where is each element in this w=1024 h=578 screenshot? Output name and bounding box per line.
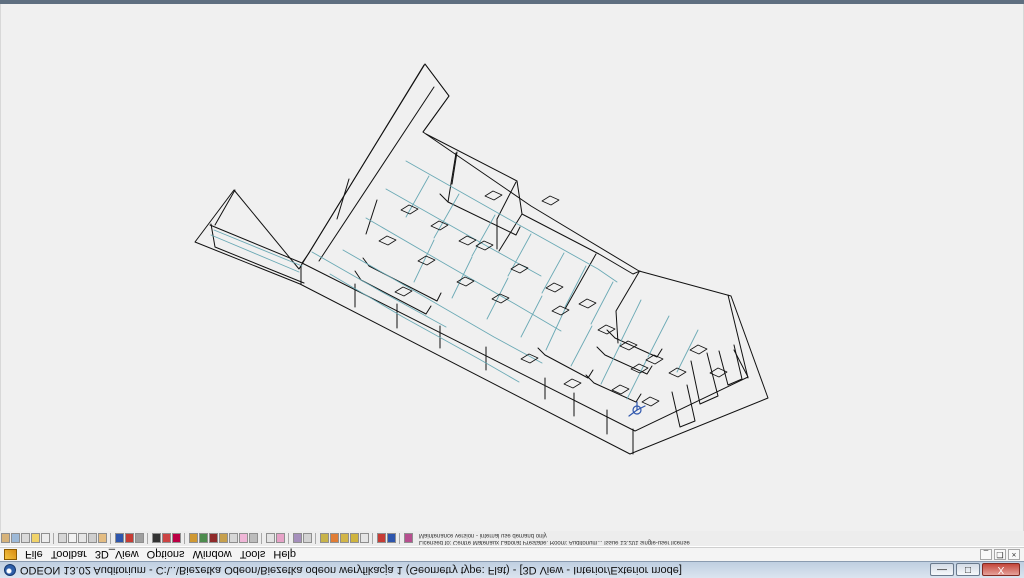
menu-help[interactable]: Help xyxy=(269,549,300,561)
close-button[interactable]: X xyxy=(982,563,1020,577)
toolbar-button[interactable] xyxy=(330,533,339,544)
mirrored-window-chrome: ODEON 13.02 Auditorium - C:\..\Biezetka … xyxy=(0,531,1024,578)
odeon-screen: ODEON 13.02 Auditorium - C:\..\Biezetka … xyxy=(0,0,1024,578)
toolbar-button[interactable] xyxy=(276,533,285,544)
minimize-button[interactable]: — xyxy=(930,563,954,577)
toolbar-button[interactable] xyxy=(239,533,248,544)
toolbar-button[interactable] xyxy=(249,533,258,544)
toolbar-separator xyxy=(372,533,373,544)
toolbar-button[interactable] xyxy=(320,533,329,544)
3d-view-canvas[interactable] xyxy=(0,4,1024,531)
toolbar-separator xyxy=(110,533,111,544)
mdi-restore-button[interactable]: ❐ xyxy=(994,549,1006,560)
toolbar-button[interactable] xyxy=(41,533,50,544)
axis-marker-icon xyxy=(628,401,646,417)
mdi-controls: _ ❐ × xyxy=(980,549,1020,560)
toolbar-separator xyxy=(184,533,185,544)
window-controls: — □ X xyxy=(930,563,1020,577)
license-status-line-2: Maintenance version - internal use deman… xyxy=(419,532,547,539)
toolbar-button[interactable] xyxy=(1,533,10,544)
odeon-menu-icon[interactable] xyxy=(4,549,17,560)
toolbar-button[interactable] xyxy=(78,533,87,544)
toolbar-button[interactable] xyxy=(350,533,359,544)
toolbar-separator xyxy=(261,533,262,544)
menu-bar: File Toolbar 3D_View Options Window Tool… xyxy=(0,547,1024,561)
toolbar-separator xyxy=(288,533,289,544)
title-bar: ODEON 13.02 Auditorium - C:\..\Biezetka … xyxy=(0,561,1024,578)
toolbar-separator xyxy=(53,533,54,544)
menu-file[interactable]: File xyxy=(21,549,47,561)
toolbar-button[interactable] xyxy=(68,533,77,544)
maximize-button[interactable]: □ xyxy=(956,563,980,577)
toolbar-button[interactable] xyxy=(58,533,67,544)
toolbar-separator xyxy=(399,533,400,544)
toolbar-button[interactable] xyxy=(172,533,181,544)
toolbar-button[interactable] xyxy=(135,533,144,544)
toolbar-button[interactable] xyxy=(125,533,134,544)
toolbar-button[interactable] xyxy=(152,533,161,544)
toolbar-button[interactable] xyxy=(98,533,107,544)
toolbar-button[interactable] xyxy=(199,533,208,544)
toolbar-button[interactable] xyxy=(360,533,369,544)
menu-toolbar[interactable]: Toolbar xyxy=(47,549,91,561)
license-status-line-1: Licensed to: Centre Materiaux Laborat Pr… xyxy=(419,539,690,546)
menu-3d-view[interactable]: 3D_View xyxy=(91,549,143,561)
toolbar-button[interactable] xyxy=(303,533,312,544)
toolbar-button[interactable] xyxy=(115,533,124,544)
toolbar-button[interactable] xyxy=(266,533,275,544)
toolbar-button[interactable] xyxy=(387,533,396,544)
toolbar-button[interactable] xyxy=(219,533,228,544)
toolbar-button[interactable] xyxy=(404,533,413,544)
toolbar-button[interactable] xyxy=(229,533,238,544)
toolbar-button[interactable] xyxy=(340,533,349,544)
toolbar-button[interactable] xyxy=(209,533,218,544)
toolbar: Licensed to: Centre Materiaux Laborat Pr… xyxy=(0,531,1024,547)
toolbar-separator xyxy=(315,533,316,544)
toolbar-button[interactable] xyxy=(293,533,302,544)
license-status: Licensed to: Centre Materiaux Laborat Pr… xyxy=(419,532,690,546)
mdi-close-button[interactable]: × xyxy=(1008,549,1020,560)
menu-options[interactable]: Options xyxy=(143,549,189,561)
menu-tools[interactable]: Tools xyxy=(236,549,270,561)
building-outline xyxy=(194,63,769,455)
toolbar-button[interactable] xyxy=(377,533,386,544)
menu-window[interactable]: Window xyxy=(189,549,236,561)
toolbar-button[interactable] xyxy=(21,533,30,544)
toolbar-button[interactable] xyxy=(11,533,20,544)
toolbar-separator xyxy=(147,533,148,544)
toolbar-button[interactable] xyxy=(31,533,40,544)
mdi-minimize-button[interactable]: _ xyxy=(980,549,992,560)
toolbar-button[interactable] xyxy=(162,533,171,544)
window-title: ODEON 13.02 Auditorium - C:\..\Biezetka … xyxy=(20,564,682,576)
3d-wireframe-model xyxy=(194,63,769,455)
toolbar-button[interactable] xyxy=(189,533,198,544)
odeon-app-icon xyxy=(4,564,16,576)
toolbar-button[interactable] xyxy=(88,533,97,544)
